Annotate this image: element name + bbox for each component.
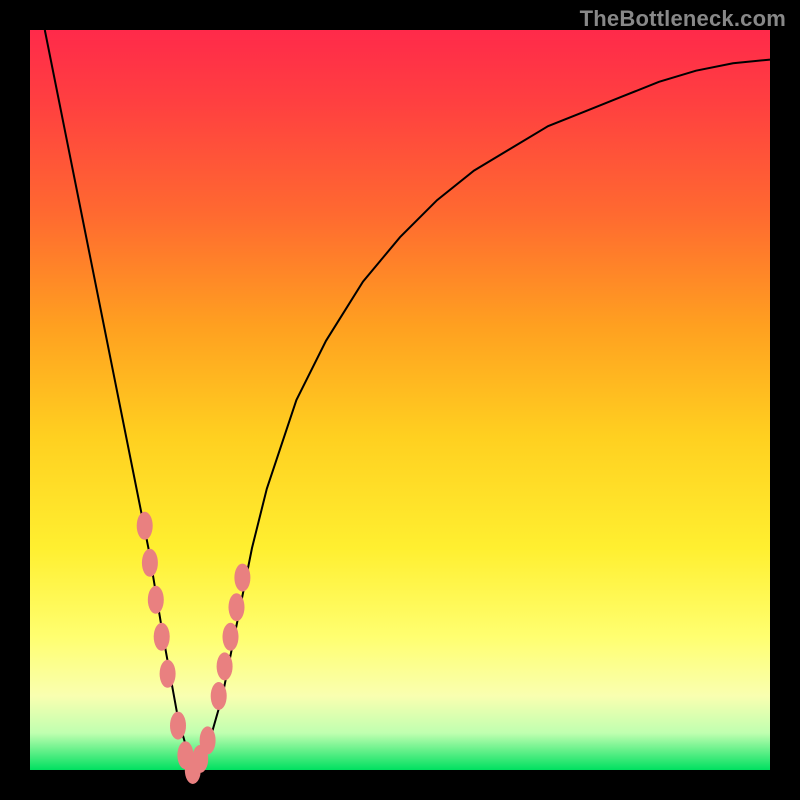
marker-dot — [200, 726, 216, 754]
marker-dot — [160, 660, 176, 688]
marker-dot — [229, 593, 245, 621]
marker-group — [137, 512, 251, 784]
marker-dot — [154, 623, 170, 651]
curve-svg — [30, 30, 770, 770]
marker-dot — [211, 682, 227, 710]
marker-dot — [142, 549, 158, 577]
marker-dot — [217, 652, 233, 680]
marker-dot — [223, 623, 239, 651]
marker-dot — [148, 586, 164, 614]
plot-area — [30, 30, 770, 770]
watermark-text: TheBottleneck.com — [580, 6, 786, 32]
marker-dot — [234, 564, 250, 592]
chart-stage: TheBottleneck.com — [0, 0, 800, 800]
marker-dot — [170, 712, 186, 740]
marker-dot — [137, 512, 153, 540]
bottleneck-curve — [45, 30, 770, 770]
